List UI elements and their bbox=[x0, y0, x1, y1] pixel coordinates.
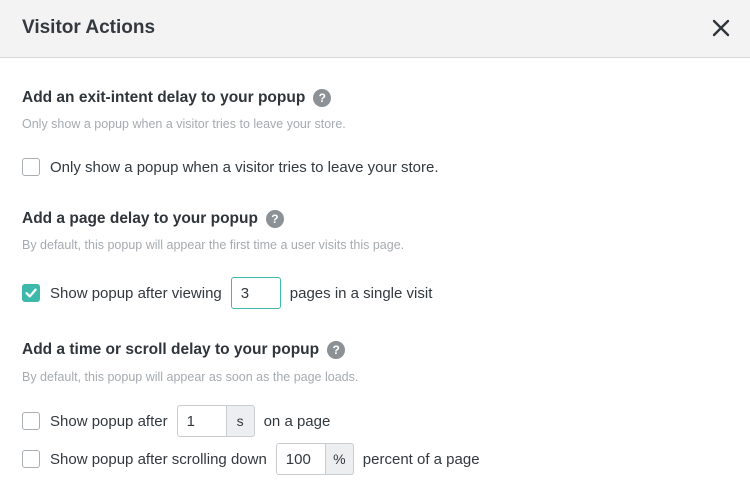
page-delay-checkbox[interactable] bbox=[22, 284, 40, 302]
help-icon[interactable]: ? bbox=[327, 341, 346, 359]
close-icon bbox=[712, 19, 730, 37]
time-delay-label-after: on a page bbox=[263, 412, 331, 430]
time-delay-row: Show popup after s on a page bbox=[22, 405, 330, 437]
time-scroll-section-title: Add a time or scroll delay to your popup… bbox=[22, 341, 346, 359]
time-delay-label-before: Show popup after bbox=[50, 412, 168, 430]
scroll-delay-label-after: percent of a page bbox=[362, 450, 480, 468]
exit-intent-description: Only show a popup when a visitor tries t… bbox=[22, 117, 346, 131]
modal-header: Visitor Actions bbox=[0, 0, 750, 58]
exit-intent-section-title: Add an exit-intent delay to your popup ? bbox=[22, 89, 332, 107]
time-scroll-title-text: Add a time or scroll delay to your popup bbox=[22, 341, 320, 358]
percent-unit-addon: % bbox=[325, 443, 354, 475]
help-icon[interactable]: ? bbox=[265, 210, 284, 228]
seconds-input[interactable] bbox=[176, 405, 227, 437]
time-scroll-description: By default, this popup will appear as so… bbox=[22, 370, 359, 384]
scroll-percent-input[interactable] bbox=[275, 443, 326, 475]
page-delay-label-before: Show popup after viewing bbox=[50, 284, 222, 302]
exit-intent-title-text: Add an exit-intent delay to your popup bbox=[22, 89, 306, 106]
scroll-delay-label-before: Show popup after scrolling down bbox=[50, 450, 267, 468]
scroll-delay-checkbox[interactable] bbox=[22, 450, 40, 468]
page-delay-row: Show popup after viewing pages in a sing… bbox=[22, 277, 432, 309]
checkmark-icon bbox=[25, 288, 37, 298]
exit-intent-checkbox[interactable] bbox=[22, 158, 40, 176]
exit-intent-row: Only show a popup when a visitor tries t… bbox=[22, 158, 439, 176]
time-input-group: s bbox=[176, 405, 255, 437]
scroll-input-group: % bbox=[275, 443, 354, 475]
exit-intent-checkbox-label[interactable]: Only show a popup when a visitor tries t… bbox=[50, 159, 439, 176]
help-icon[interactable]: ? bbox=[313, 89, 332, 107]
time-delay-checkbox[interactable] bbox=[22, 412, 40, 430]
scroll-delay-row: Show popup after scrolling down % percen… bbox=[22, 443, 480, 475]
close-button[interactable] bbox=[710, 17, 732, 39]
pages-count-input[interactable] bbox=[230, 277, 281, 309]
page-delay-description: By default, this popup will appear the f… bbox=[22, 238, 405, 252]
modal-title: Visitor Actions bbox=[22, 17, 156, 38]
seconds-unit-addon: s bbox=[226, 405, 255, 437]
page-delay-section-title: Add a page delay to your popup ? bbox=[22, 210, 284, 228]
page-delay-label-after: pages in a single visit bbox=[289, 284, 433, 302]
page-delay-title-text: Add a page delay to your popup bbox=[22, 210, 258, 227]
